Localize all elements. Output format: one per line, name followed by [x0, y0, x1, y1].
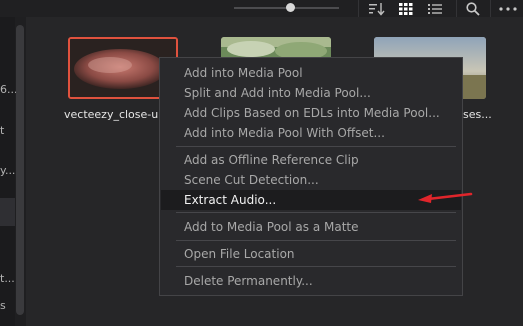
top-toolbar — [0, 0, 523, 17]
clip-label: vecteezy_close-up — [64, 108, 166, 121]
sort-button[interactable] — [366, 0, 388, 17]
annotation-arrow-icon — [418, 192, 473, 203]
bin-list-item[interactable]: 6... — [0, 84, 18, 96]
sort-icon — [369, 2, 385, 16]
menu-separator — [176, 146, 456, 147]
menu-item-open-file-location[interactable]: Open File Location — [184, 247, 295, 261]
left-panel-scrollbar[interactable] — [16, 25, 24, 315]
list-view-button[interactable] — [424, 0, 446, 17]
menu-item-add-into-media-pool[interactable]: Add into Media Pool — [184, 66, 303, 80]
menu-item-add-as-matte[interactable]: Add to Media Pool as a Matte — [184, 220, 359, 234]
bin-list-item[interactable]: y... — [0, 165, 15, 177]
menu-separator — [176, 266, 456, 267]
toolbar-divider — [490, 0, 491, 17]
grid-view-icon — [399, 2, 413, 15]
zoom-slider-handle[interactable] — [286, 3, 295, 12]
more-options-button[interactable] — [496, 0, 520, 17]
menu-item-extract-audio[interactable]: Extract Audio... — [184, 193, 276, 207]
clip-context-menu: Add into Media Pool Split and Add into M… — [159, 57, 463, 296]
toolbar-divider — [456, 0, 457, 17]
bin-list-item[interactable]: t... — [0, 273, 15, 285]
menu-item-add-clips-based-on-edls[interactable]: Add Clips Based on EDLs into Media Pool.… — [184, 106, 440, 120]
menu-item-scene-cut-detection[interactable]: Scene Cut Detection... — [184, 173, 319, 187]
bin-list-item[interactable]: s — [0, 300, 6, 312]
menu-separator — [176, 240, 456, 241]
search-icon — [466, 1, 480, 16]
menu-item-add-offline-reference[interactable]: Add as Offline Reference Clip — [184, 153, 359, 167]
clip-label: ses... — [463, 108, 492, 121]
search-button[interactable] — [460, 0, 486, 17]
bin-list-panel: 6... t y... t... s — [0, 17, 18, 326]
menu-item-split-and-add[interactable]: Split and Add into Media Pool... — [184, 86, 371, 100]
menu-item-delete-permanently[interactable]: Delete Permanently... — [184, 274, 313, 288]
grid-view-button[interactable] — [394, 0, 418, 17]
menu-separator — [176, 212, 456, 213]
menu-item-add-with-offset[interactable]: Add into Media Pool With Offset... — [184, 126, 385, 140]
more-icon — [499, 6, 517, 11]
bin-list-selected-row[interactable] — [0, 198, 15, 226]
toolbar-divider — [358, 0, 359, 17]
list-view-icon — [428, 3, 442, 14]
bin-list-item[interactable]: t — [0, 125, 4, 137]
